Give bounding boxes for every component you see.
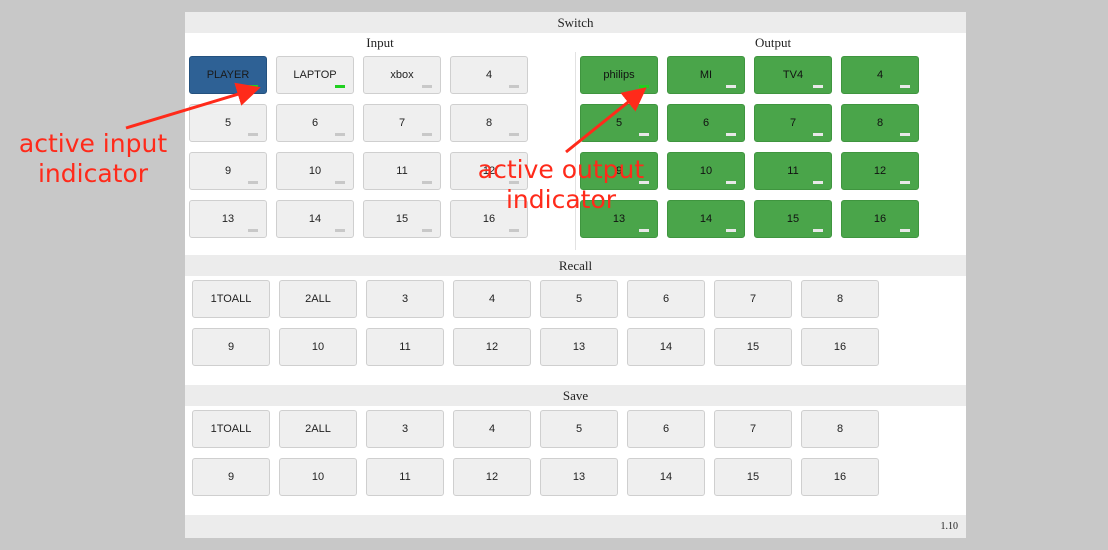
- annotation-line: indicator: [505, 185, 617, 214]
- annotation-line: indicator: [37, 159, 149, 188]
- active-input-annotation: active input indicator: [18, 129, 168, 189]
- annotation-line: active input: [18, 129, 168, 158]
- annotation-arrows: [125, 82, 647, 154]
- active-output-annotation: active output indicator: [476, 155, 646, 215]
- annotation-line: active output: [477, 155, 645, 184]
- output-indicator-arrow: [565, 87, 647, 154]
- input-indicator-arrow: [125, 82, 261, 130]
